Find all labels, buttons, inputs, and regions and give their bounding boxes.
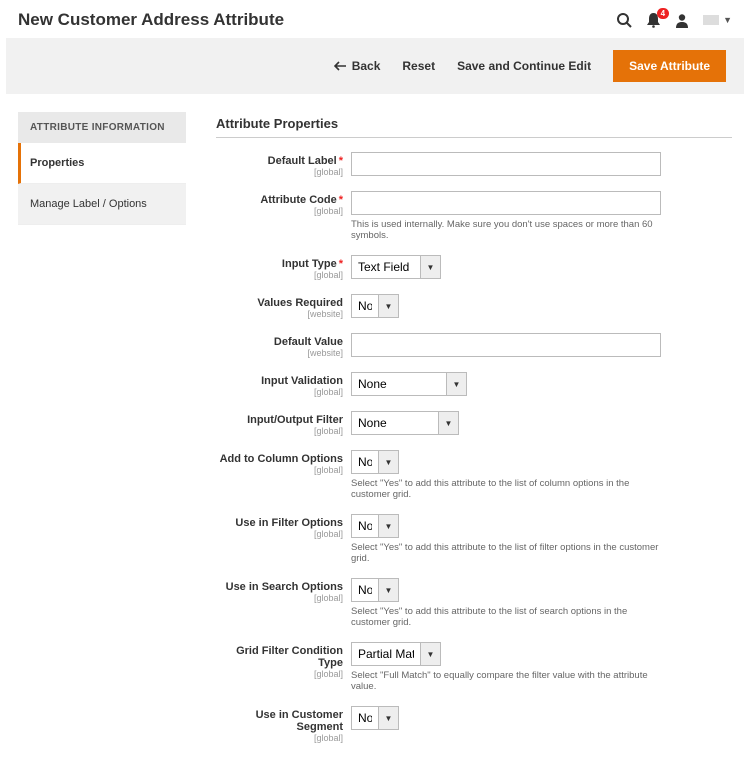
attribute-code-input[interactable]	[351, 191, 661, 215]
use-in-search-select[interactable]: No▼	[351, 578, 399, 602]
back-button[interactable]: Back	[334, 59, 381, 73]
grid-filter-condition-select[interactable]: Partial Match▼	[351, 642, 441, 666]
grid-filter-cond-label: Grid Filter Condition Type	[236, 645, 343, 669]
io-filter-select[interactable]: None▼	[351, 411, 459, 435]
chevron-down-icon: ▼	[379, 706, 399, 730]
grid-filter-hint: Select "Full Match" to equally compare t…	[351, 670, 661, 692]
save-and-continue-button[interactable]: Save and Continue Edit	[457, 59, 591, 73]
caret-down-icon: ▼	[723, 15, 732, 25]
add-to-column-select[interactable]: No▼	[351, 450, 399, 474]
default-value-input[interactable]	[351, 333, 661, 357]
use-filter-label: Use in Filter Options	[235, 517, 343, 529]
chevron-down-icon: ▼	[379, 450, 399, 474]
chevron-down-icon: ▼	[379, 514, 399, 538]
default-label-label: Default Label	[268, 155, 337, 167]
default-label-input[interactable]	[351, 152, 661, 176]
customer-segment-label: Use in Customer Segment	[256, 709, 343, 733]
notifications-icon[interactable]: 4	[646, 12, 661, 28]
chevron-down-icon: ▼	[379, 578, 399, 602]
chevron-down-icon: ▼	[421, 642, 441, 666]
input-type-label: Input Type	[282, 258, 337, 270]
reset-button[interactable]: Reset	[402, 59, 435, 73]
chevron-down-icon: ▼	[379, 294, 399, 318]
chevron-down-icon: ▼	[421, 255, 441, 279]
arrow-left-icon	[334, 61, 346, 71]
chevron-down-icon: ▼	[447, 372, 467, 396]
search-icon[interactable]	[616, 12, 632, 28]
default-value-label: Default Value	[274, 336, 343, 348]
tab-manage-label-options[interactable]: Manage Label / Options	[18, 184, 186, 225]
user-icon[interactable]	[675, 13, 689, 28]
use-search-label: Use in Search Options	[226, 581, 343, 593]
use-search-hint: Select "Yes" to add this attribute to th…	[351, 606, 661, 628]
save-attribute-button[interactable]: Save Attribute	[613, 50, 726, 82]
use-in-filter-select[interactable]: No▼	[351, 514, 399, 538]
input-validation-select[interactable]: None▼	[351, 372, 467, 396]
sidebar: ATTRIBUTE INFORMATION Properties Manage …	[18, 112, 186, 757]
add-to-column-hint: Select "Yes" to add this attribute to th…	[351, 478, 661, 500]
attribute-code-hint: This is used internally. Make sure you d…	[351, 219, 661, 241]
input-validation-label: Input Validation	[261, 375, 343, 387]
values-required-label: Values Required	[257, 297, 343, 309]
page-title: New Customer Address Attribute	[18, 10, 616, 30]
add-to-column-label: Add to Column Options	[220, 453, 343, 465]
input-type-select[interactable]: Text Field▼	[351, 255, 441, 279]
values-required-select[interactable]: No▼	[351, 294, 399, 318]
chevron-down-icon: ▼	[439, 411, 459, 435]
attribute-code-label: Attribute Code	[260, 194, 336, 206]
notification-badge: 4	[657, 8, 669, 19]
section-title: Attribute Properties	[216, 116, 732, 138]
sidebar-heading: ATTRIBUTE INFORMATION	[18, 112, 186, 143]
user-dropdown[interactable]: ▼	[703, 15, 732, 25]
use-in-customer-segment-select[interactable]: No▼	[351, 706, 399, 730]
tab-properties[interactable]: Properties	[18, 143, 186, 184]
io-filter-label: Input/Output Filter	[247, 414, 343, 426]
use-filter-hint: Select "Yes" to add this attribute to th…	[351, 542, 661, 564]
